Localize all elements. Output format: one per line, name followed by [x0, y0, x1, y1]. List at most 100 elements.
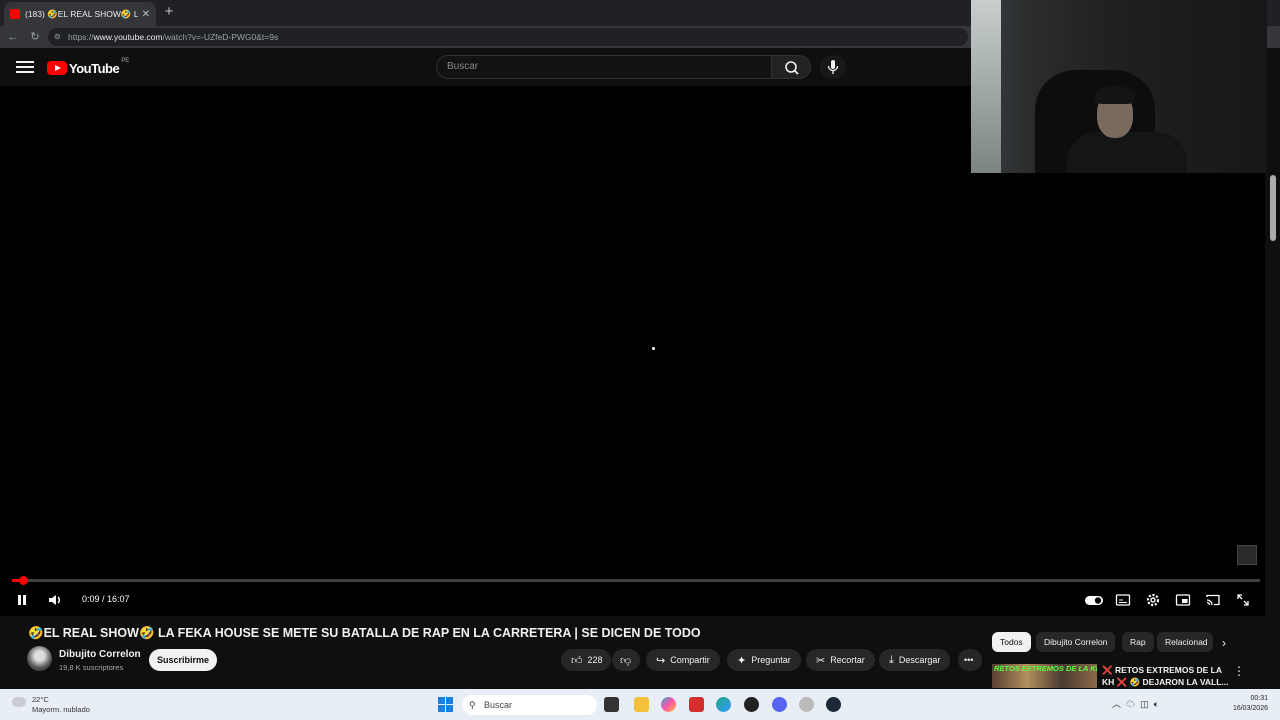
thumbs-up-icon: 👍︎ — [571, 654, 583, 667]
address-bar[interactable]: ⊜ https://www.youtube.com/watch?v=-UZfeD-… — [48, 28, 968, 46]
search-icon: ⚲ — [469, 700, 476, 710]
reload-icon[interactable]: ↻ — [27, 29, 43, 45]
subtitles-icon — [1115, 594, 1131, 606]
pause-button[interactable] — [13, 591, 31, 609]
steam-icon[interactable] — [826, 697, 841, 712]
microphone-icon — [827, 60, 839, 74]
download-icon: ⤓ — [889, 653, 894, 666]
more-horizontal-icon: ••• — [964, 655, 974, 665]
clip-label: Recortar — [830, 655, 865, 665]
recommended-title[interactable]: ❌ RETOS EXTREMOS DE LA KH ❌ 🤣 DEJARON LA… — [1102, 664, 1230, 688]
like-count: 228 — [587, 655, 603, 665]
volume-button[interactable] — [46, 591, 64, 609]
youtube-logo[interactable]: YouTube PE — [47, 58, 130, 77]
chevron-up-icon[interactable]: ︿ — [1112, 699, 1121, 709]
loading-indicator — [652, 347, 655, 350]
ask-label: Preguntar — [751, 655, 791, 665]
wps-office-icon[interactable] — [689, 697, 704, 712]
speaker-icon[interactable]: 🔈︎ — [1154, 699, 1159, 709]
taskbar-search-label: Buscar — [484, 700, 513, 710]
scissors-icon: ✂ — [816, 654, 826, 667]
recommended-thumbnail-text: RETOS EXTREMOS DE LA KH — [994, 664, 1097, 673]
miniplayer-icon — [1175, 594, 1191, 606]
chevron-right-icon[interactable]: › — [1222, 636, 1226, 650]
webcam-overlay — [971, 0, 1267, 173]
weather-description: Mayorm. nublado — [32, 705, 90, 714]
autoplay-toggle-icon — [1085, 596, 1103, 605]
gear-icon — [1146, 593, 1160, 607]
system-tray[interactable]: ︿ ☁ ◫ 🔈︎ — [1112, 697, 1159, 710]
cast-button[interactable] — [1204, 591, 1222, 609]
share-button[interactable]: ↪ Compartir — [646, 649, 720, 671]
windows-start-icon[interactable] — [438, 697, 453, 712]
back-icon[interactable]: ← — [5, 29, 21, 45]
browser-tab[interactable]: (183) 🤣EL REAL SHOW🤣 LA FEKA ✕ — [4, 2, 156, 26]
more-actions-button[interactable]: ••• — [958, 649, 982, 671]
site-info-icon[interactable]: ⊜ — [54, 28, 61, 46]
network-icon[interactable]: ◫ — [1140, 699, 1149, 709]
miniplayer-button[interactable] — [1174, 591, 1192, 609]
fullscreen-button[interactable] — [1234, 591, 1252, 609]
ask-button[interactable]: ✦ Preguntar — [727, 649, 801, 671]
dislike-button[interactable]: 👎︎ — [612, 649, 640, 671]
thumbs-down-icon: 👎︎ — [620, 654, 632, 667]
voice-search-button[interactable] — [820, 55, 846, 79]
chip-related[interactable]: Relacionad — [1157, 632, 1213, 652]
subscriber-count: 19,8 K suscriptores — [59, 663, 124, 672]
country-code: PE — [121, 58, 130, 64]
close-tab-icon[interactable]: ✕ — [142, 9, 150, 20]
youtube-logo-text: YouTube — [69, 60, 120, 76]
subscribe-button[interactable]: Suscribirme — [149, 649, 217, 671]
channel-watermark[interactable] — [1237, 545, 1257, 565]
subtitles-button[interactable] — [1114, 591, 1132, 609]
volume-icon — [49, 595, 60, 605]
search-icon — [785, 61, 799, 75]
clock-date: 16/03/2026 — [1232, 705, 1268, 712]
webcam-person-hair — [1095, 86, 1135, 104]
sparkle-icon: ✦ — [737, 654, 747, 667]
recommended-thumbnail[interactable]: RETOS EXTREMOS DE LA KH — [992, 664, 1097, 688]
autoplay-toggle[interactable] — [1084, 591, 1104, 609]
webcam-window-light — [971, 0, 1001, 173]
chip-rap[interactable]: Rap — [1122, 632, 1154, 652]
scrollbar-thumb[interactable] — [1270, 175, 1276, 241]
like-button[interactable]: 👍︎ 228 — [561, 649, 611, 671]
download-label: Descargar — [898, 655, 941, 665]
edge-icon[interactable] — [716, 697, 731, 712]
obs-icon[interactable] — [799, 697, 814, 712]
cloud-icon — [12, 697, 26, 707]
menu-icon[interactable] — [16, 58, 34, 76]
settings-button[interactable] — [1144, 591, 1162, 609]
search-input[interactable]: Buscar — [436, 55, 772, 79]
task-view-icon[interactable] — [604, 697, 619, 712]
cast-icon — [1206, 594, 1220, 606]
cloud-tray-icon[interactable]: ☁ — [1126, 699, 1135, 709]
channel-name[interactable]: Dibujito Correlon — [59, 649, 141, 660]
discord-icon[interactable] — [772, 697, 787, 712]
copilot-icon[interactable] — [661, 697, 676, 712]
chrome-icon[interactable] — [744, 697, 759, 712]
time-display: 0:09 / 16:07 — [82, 594, 130, 604]
weather-widget[interactable]: 22°C Mayorm. nublado — [32, 695, 90, 715]
chip-all[interactable]: Todos — [992, 632, 1031, 652]
download-button[interactable]: ⤓ Descargar — [879, 649, 951, 671]
progress-bar[interactable] — [12, 579, 1260, 582]
url-domain: www.youtube.com — [93, 32, 163, 42]
url-path: /watch?v=-UZfeD-PWG0&t=9s — [162, 32, 279, 42]
chip-channel[interactable]: Dibujito Correlon — [1036, 632, 1116, 652]
search-button[interactable] — [771, 55, 811, 79]
more-vertical-icon[interactable]: ⋮ — [1233, 664, 1245, 678]
fullscreen-icon — [1237, 594, 1249, 606]
file-explorer-icon[interactable] — [634, 697, 649, 712]
youtube-favicon-icon — [10, 9, 20, 19]
page-scrollbar[interactable] — [1268, 173, 1278, 688]
progress-scrubber[interactable] — [19, 576, 28, 585]
taskbar-search[interactable]: ⚲ Buscar — [462, 695, 597, 715]
taskbar-clock[interactable]: 00:31 16/03/2026 — [1224, 694, 1268, 714]
youtube-play-icon — [47, 61, 67, 75]
weather-temperature: 22°C — [32, 695, 49, 704]
clip-button[interactable]: ✂ Recortar — [806, 649, 875, 671]
new-tab-button[interactable]: + — [162, 4, 176, 20]
video-title: 🤣EL REAL SHOW🤣 LA FEKA HOUSE SE METE SU … — [28, 626, 701, 640]
channel-avatar[interactable] — [27, 646, 52, 671]
